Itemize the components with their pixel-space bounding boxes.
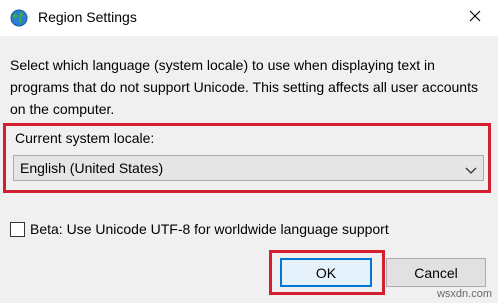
ok-highlight-frame: OK xyxy=(269,250,385,295)
locale-label: Current system locale: xyxy=(15,130,155,146)
locale-dropdown[interactable]: English (United States) xyxy=(13,155,484,181)
globe-icon xyxy=(10,9,28,27)
locale-highlight-frame: Current system locale: English (United S… xyxy=(3,123,491,193)
close-icon xyxy=(469,9,481,27)
close-button[interactable] xyxy=(452,0,498,36)
locale-selected-value: English (United States) xyxy=(20,160,164,176)
description-text: Select which language (system locale) to… xyxy=(10,57,478,117)
cancel-button[interactable]: Cancel xyxy=(386,258,486,287)
dialog-body: Select which language (system locale) to… xyxy=(0,36,498,303)
beta-label: Beta: Use Unicode UTF-8 for worldwide la… xyxy=(30,221,389,237)
title-bar: Region Settings xyxy=(0,0,498,36)
chevron-down-icon xyxy=(465,163,477,174)
window-title: Region Settings xyxy=(38,9,137,25)
ok-button[interactable]: OK xyxy=(280,258,372,287)
watermark: wsxdn.com xyxy=(436,288,492,300)
beta-checkbox[interactable] xyxy=(10,222,25,237)
